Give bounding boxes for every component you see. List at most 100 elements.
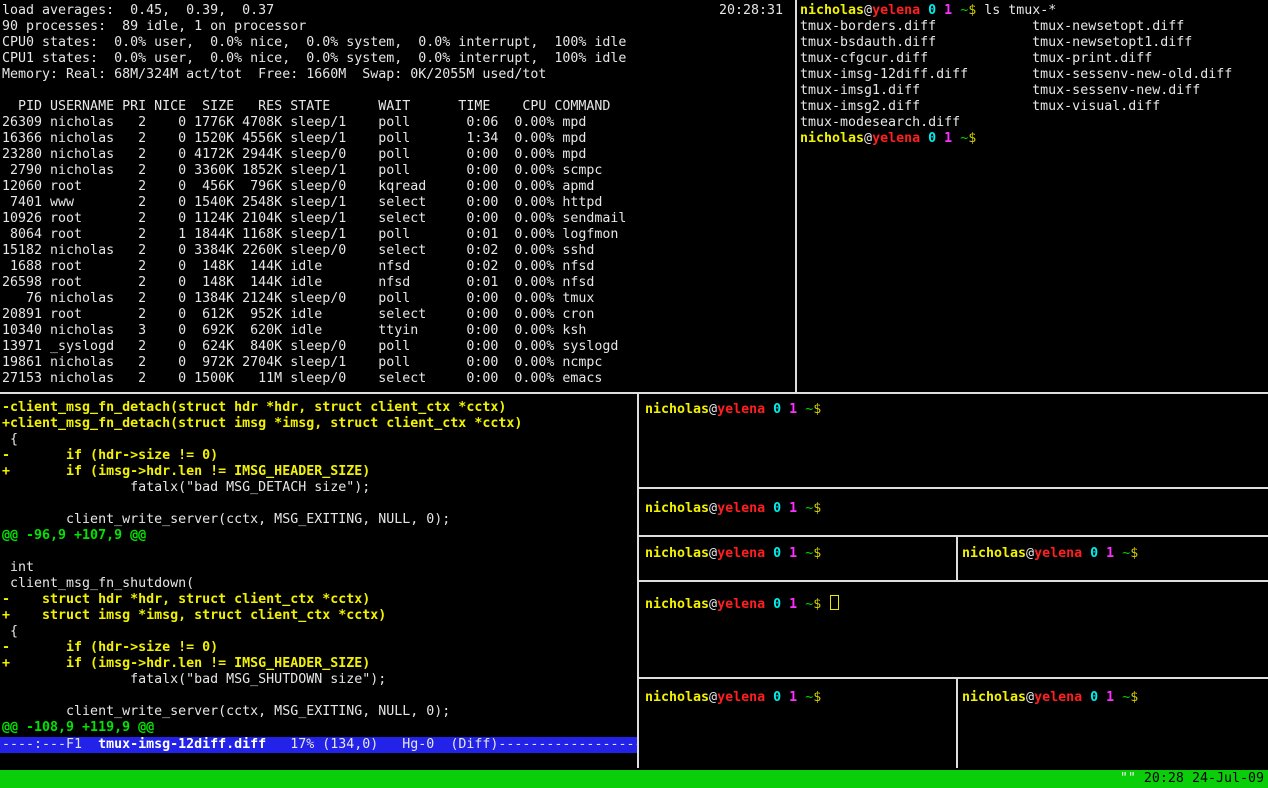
shell-prompt: nicholas@yelena 0 1 ~$ [962, 546, 1268, 562]
diff-content: -client_msg_fn_detach(struct hdr *hdr, s… [0, 394, 637, 736]
shell-prompt: nicholas@yelena 0 1 ~$ [645, 546, 956, 562]
prompt-user: nicholas [800, 3, 864, 18]
prompt-host: yelena [717, 402, 765, 417]
diff-line [2, 496, 637, 512]
shell-prompt: nicholas@yelena 0 1 ~$ [800, 131, 1268, 147]
tmux-status-bar: [0] 0:irssi# 1:todo 2:ncmpc- 3:mutt 4:ss… [0, 770, 1268, 788]
prompt-path: ~ [805, 690, 813, 705]
diff-line: + if (imsg->hdr.len != IMSG_HEADER_SIZE) [2, 656, 637, 672]
prompt-sigil: $ [813, 402, 821, 417]
prompt-path: ~ [805, 546, 813, 561]
prompt-host: yelena [1034, 690, 1082, 705]
top-clock: 20:28:31 [719, 3, 783, 19]
prompt-num: 1 [789, 501, 797, 516]
shell-pane-3[interactable]: nicholas@yelena 0 1 ~$ [639, 537, 956, 580]
prompt-user: nicholas [645, 546, 709, 561]
diff-line: + struct imsg *imsg, struct client_ctx *… [2, 608, 637, 624]
shell-pane-5[interactable]: nicholas@yelena 0 1 ~$ [639, 679, 956, 768]
emacs-modeline: ----:---F1 tmux-imsg-12diff.diff 17% (13… [0, 737, 637, 753]
prompt-user: nicholas [645, 501, 709, 516]
prompt-num: 0 [773, 402, 781, 417]
shell-prompt: nicholas@yelena 0 1 ~$ [645, 501, 1268, 517]
diff-line: + if (imsg->hdr.len != IMSG_HEADER_SIZE) [2, 464, 637, 480]
prompt-host: yelena [872, 131, 920, 146]
prompt-user: nicholas [645, 690, 709, 705]
top-command-pane[interactable]: 20:28:31 load averages: 0.45, 0.39, 0.37… [0, 0, 795, 392]
prompt-num: 1 [789, 597, 797, 612]
modeline-prefix: ----:---F1 [2, 737, 98, 752]
status-segment: 20:28 24-Jul-09 [1144, 771, 1264, 786]
prompt-at: @ [709, 597, 717, 612]
diff-line: client_msg_fn_shutdown( [2, 576, 637, 592]
modeline-filename: tmux-imsg-12diff.diff [98, 737, 266, 752]
prompt-host: yelena [872, 3, 920, 18]
emacs-minibuffer[interactable] [0, 753, 637, 768]
prompt-path: ~ [960, 131, 968, 146]
ls-file-list: tmux-borders.diff tmux-newsetopt.diff tm… [800, 19, 1268, 131]
prompt-at: @ [709, 501, 717, 516]
emacs-pane[interactable]: -client_msg_fn_detach(struct hdr *hdr, s… [0, 394, 637, 768]
diff-line: fatalx("bad MSG_SHUTDOWN size"); [2, 672, 637, 688]
status-clock-date: "" 20:28 24-Jul-09 [1120, 770, 1264, 788]
prompt-num: 1 [1106, 546, 1114, 561]
prompt-at: @ [709, 546, 717, 561]
prompt-host: yelena [717, 597, 765, 612]
prompt-num: 0 [928, 131, 936, 146]
status-segment: "" [1120, 771, 1144, 786]
prompt-at: @ [709, 690, 717, 705]
diff-line: - struct hdr *hdr, struct client_ctx *cc… [2, 592, 637, 608]
shell-pane-2[interactable]: nicholas@yelena 0 1 ~$ [639, 489, 1268, 535]
process-table-rows: 26309 nicholas 2 0 1776K 4708K sleep/1 p… [2, 115, 795, 387]
shell-pane-4[interactable]: nicholas@yelena 0 1 ~$ [958, 537, 1268, 580]
diff-line: int [2, 560, 637, 576]
diff-line: -client_msg_fn_detach(struct hdr *hdr, s… [2, 400, 637, 416]
shell-prompt: nicholas@yelena 0 1 ~$ [645, 595, 1268, 611]
prompt-at: @ [1026, 546, 1034, 561]
shell-pane-6[interactable]: nicholas@yelena 0 1 ~$ [958, 679, 1268, 768]
prompt-host: yelena [717, 690, 765, 705]
shell-pane-ls[interactable]: nicholas@yelena 0 1 ~$ ls tmux-* tmux-bo… [798, 0, 1268, 392]
prompt-at: @ [864, 3, 872, 18]
diff-line: { [2, 432, 637, 448]
tmux-screen: 20:28:31 load averages: 0.45, 0.39, 0.37… [0, 0, 1268, 788]
prompt-num: 0 [773, 501, 781, 516]
top-info-lines: load averages: 0.45, 0.39, 0.37 90 proce… [2, 3, 795, 83]
prompt-num: 1 [944, 3, 952, 18]
shell-pane-active[interactable]: nicholas@yelena 0 1 ~$ [639, 582, 1268, 677]
blank-line [2, 83, 795, 99]
typed-command: ls tmux-* [976, 3, 1056, 18]
diff-line: client_write_server(cctx, MSG_EXITING, N… [2, 704, 637, 720]
prompt-path: ~ [805, 501, 813, 516]
diff-line: @@ -96,9 +107,9 @@ [2, 528, 637, 544]
prompt-num: 0 [773, 690, 781, 705]
diff-line: - if (hdr->size != 0) [2, 448, 637, 464]
prompt-user: nicholas [962, 546, 1026, 561]
prompt-sigil: $ [968, 131, 976, 146]
prompt-sigil: $ [1130, 690, 1138, 705]
diff-line [2, 544, 637, 560]
prompt-host: yelena [717, 501, 765, 516]
shell-pane-1[interactable]: nicholas@yelena 0 1 ~$ [639, 394, 1268, 487]
prompt-num: 1 [1106, 690, 1114, 705]
shell-prompt: nicholas@yelena 0 1 ~$ ls tmux-* [800, 3, 1268, 19]
prompt-user: nicholas [800, 131, 864, 146]
prompt-at: @ [1026, 690, 1034, 705]
prompt-sigil: $ [813, 501, 821, 516]
prompt-path: ~ [1122, 546, 1130, 561]
prompt-num: 1 [789, 690, 797, 705]
terminal-cursor [830, 595, 839, 610]
prompt-at: @ [864, 131, 872, 146]
prompt-path: ~ [1122, 690, 1130, 705]
prompt-num: 0 [1090, 690, 1098, 705]
prompt-sigil: $ [1130, 546, 1138, 561]
prompt-sigil: $ [813, 546, 821, 561]
diff-line: fatalx("bad MSG_DETACH size"); [2, 480, 637, 496]
shell-prompt: nicholas@yelena 0 1 ~$ [962, 690, 1268, 706]
prompt-user: nicholas [962, 690, 1026, 705]
prompt-host: yelena [717, 546, 765, 561]
prompt-user: nicholas [645, 597, 709, 612]
prompt-sigil: $ [813, 597, 821, 612]
modeline-fill: -------------------- [498, 737, 637, 752]
modeline-info: 17% (134,0) Hg-0 (Diff) [266, 737, 498, 752]
prompt-path: ~ [805, 402, 813, 417]
